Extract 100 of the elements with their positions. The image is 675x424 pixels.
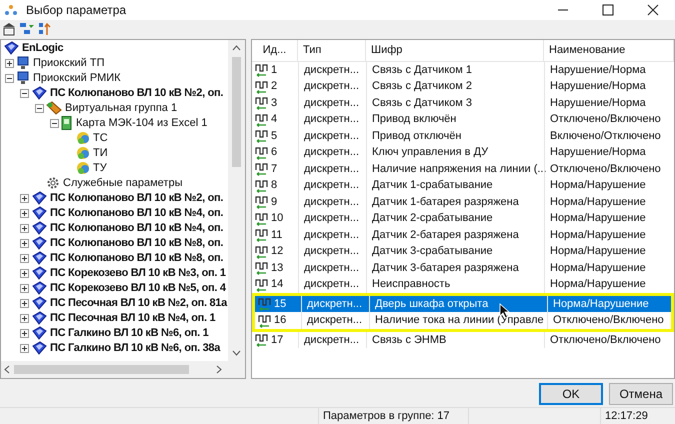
expander[interactable] xyxy=(20,328,29,338)
table-cell-text: дискретн... xyxy=(304,211,360,226)
horizontal-scrollbar[interactable] xyxy=(1,360,245,378)
column-header[interactable]: Тип xyxy=(298,40,366,61)
tree-item[interactable]: Служебные параметры xyxy=(63,175,182,192)
table-cell-text: Датчик 1-батарея разряжена xyxy=(372,194,519,210)
table-row[interactable]: 1 дискретн... Связь с Датчиком 1 Нарушение/Норма xyxy=(252,62,674,78)
pulse-icon xyxy=(255,195,268,210)
table-cell-text: дискретн... xyxy=(304,112,360,128)
tree-item[interactable]: ПС Колюпаново ВЛ 10 кВ №2, оп. xyxy=(50,190,224,207)
table-cell-text: дискретн... xyxy=(304,332,360,348)
pulse-icon xyxy=(258,314,271,328)
tree-item[interactable]: Приокский ТП xyxy=(33,55,105,72)
sort-icon[interactable] xyxy=(38,22,52,36)
table-row[interactable]: 3 дискретн... Связь с Датчиком 3 Нарушение/Норма xyxy=(252,94,674,112)
tree-item[interactable]: ПС Галкино ВЛ 10 кВ №6, оп. 38а xyxy=(50,340,220,357)
tree-item[interactable]: ТС xyxy=(93,130,108,147)
vertical-scrollbar[interactable] xyxy=(228,40,245,361)
tree-item[interactable]: ПС Колюпаново ВЛ 10 кВ №8, оп. xyxy=(50,250,224,267)
tree-item[interactable]: ПС Песочная ВЛ 10 кВ №2, оп. 81а xyxy=(50,295,227,312)
expander[interactable] xyxy=(20,88,29,98)
expander[interactable] xyxy=(5,74,14,83)
expander[interactable] xyxy=(20,268,29,278)
expander[interactable] xyxy=(20,344,29,353)
table-row[interactable]: 7 дискретн... Наличие напряжения на линии (... Отключено/Включено xyxy=(252,160,674,178)
table-cell-text: Норма/Нарушение xyxy=(550,194,646,210)
table-row[interactable]: 6 дискретн... Ключ управления в ДУ Нарушение/Норма xyxy=(252,144,674,161)
column-header[interactable]: Шифр xyxy=(366,40,544,61)
scroll-thumb[interactable] xyxy=(232,56,241,167)
table-cell-text: дискретн... xyxy=(307,313,362,328)
tree-item[interactable]: ТИ xyxy=(93,145,108,162)
expander[interactable] xyxy=(20,238,29,248)
tree-item[interactable]: ПС Корекозево ВЛ 10 кВ №3, оп. 1 xyxy=(50,265,226,282)
tree-item[interactable]: ПС Песочная ВЛ 10 кВ №4, оп. 1 xyxy=(50,310,216,327)
expander[interactable] xyxy=(20,254,29,263)
table-cell-text: 13 xyxy=(271,260,284,276)
expander[interactable] xyxy=(20,194,29,203)
table-cell-text: Нарушение/Норма xyxy=(550,145,646,160)
tree-item[interactable]: ТУ xyxy=(93,160,107,177)
table-cell-text: 4 xyxy=(271,112,278,128)
table-cell-text: Отключено/Включено xyxy=(550,162,661,177)
scroll-thumb[interactable] xyxy=(14,364,189,374)
tree-item[interactable]: ПС Колюпаново ВЛ 10 кВ №8, оп. xyxy=(50,235,224,252)
scroll-right-icon[interactable] xyxy=(216,364,222,374)
table-row[interactable]: 2 дискретн... Связь с Датчиком 2 Нарушение/Норма xyxy=(252,78,674,95)
expander[interactable] xyxy=(50,118,59,128)
scroll-left-icon[interactable] xyxy=(4,364,10,374)
scroll-down-icon[interactable] xyxy=(232,350,241,356)
table-cell-text: 8 xyxy=(271,178,278,194)
table-row[interactable]: 15 дискретн... Дверь шкафа открыта Норма/Нарушение xyxy=(252,292,674,312)
table-row[interactable]: 16 дискретн... Наличие тока на линии (Управле Отключено/Включено xyxy=(252,312,674,332)
tree-item[interactable]: Виртуальная группа 1 xyxy=(65,100,178,117)
tree-item[interactable]: Приокский РМИК xyxy=(33,70,121,87)
pulse-icon xyxy=(255,261,268,276)
table-cell-text: 17 xyxy=(271,332,284,348)
table-row[interactable]: 10 дискретн... Датчик 2-срабатывание Норма/Нарушение xyxy=(252,210,674,227)
window-title: Выбор параметра xyxy=(26,2,126,19)
tree-item[interactable]: EnLogic xyxy=(22,40,64,57)
expander[interactable] xyxy=(20,314,29,323)
table-row[interactable]: 9 дискретн... Датчик 1-батарея разряжена Норма/Нарушение xyxy=(252,194,674,210)
table-cell-text: Связь с Датчиком 3 xyxy=(372,96,472,111)
expander[interactable] xyxy=(35,104,44,113)
table-cell-text: Привод отключён xyxy=(372,128,462,144)
dialog-button[interactable]: Отмена xyxy=(609,382,673,405)
table-cell-text: 14 xyxy=(271,277,284,292)
expander[interactable] xyxy=(20,208,29,218)
expander[interactable] xyxy=(20,298,29,308)
device-icon xyxy=(31,191,47,206)
dialog-button[interactable]: OK xyxy=(539,382,603,405)
table-row[interactable]: 13 дискретн... Датчик 3-батарея разряжена Норма/Нарушение xyxy=(252,260,674,276)
pulse-icon xyxy=(258,297,271,312)
device-icon xyxy=(31,251,47,266)
tree-item[interactable]: ПС Колюпаново ВЛ 10 кВ №4, оп. xyxy=(50,220,224,237)
device-icon xyxy=(31,221,47,236)
pulse-icon xyxy=(255,244,268,259)
table-cell-text: Норма/Нарушение xyxy=(550,211,646,226)
table-row[interactable]: 17 дискретн... Связь с ЭНМВ Отключено/Включено xyxy=(252,332,674,348)
tree-item[interactable]: Карта МЭК-104 из Excel 1 xyxy=(76,115,208,132)
table-cell-text: дискретн... xyxy=(304,128,360,144)
tree-item[interactable]: ПС Корекозево ВЛ 10 кВ №5, оп. 4 xyxy=(50,280,226,297)
table-row[interactable]: 5 дискретн... Привод отключён Включено/Отключено xyxy=(252,128,674,144)
tree-item[interactable]: ПС Колюпаново ВЛ 10 кВ №2, оп. xyxy=(50,85,224,102)
expander[interactable] xyxy=(20,284,29,293)
table-row[interactable]: 4 дискретн... Привод включён Отключено/Включено xyxy=(252,111,674,128)
table-row[interactable]: 11 дискретн... Датчик 2-батарея разряжена Норма/Нарушение xyxy=(252,226,674,244)
table-row[interactable]: 8 дискретн... Датчик 1-срабатывание Норма/Нарушение xyxy=(252,177,674,194)
device-icon xyxy=(31,296,47,310)
table-cell-text: Связь с ЭНМВ xyxy=(372,332,446,348)
expander[interactable] xyxy=(5,58,14,68)
scroll-up-icon[interactable] xyxy=(232,44,241,51)
column-header[interactable]: Наименование xyxy=(544,40,674,61)
table-cell-text: Норма/Нарушение xyxy=(550,244,646,260)
properties-icon[interactable] xyxy=(2,22,16,36)
tree-item[interactable]: ПС Галкино ВЛ 10 кВ №6, оп. 1 xyxy=(50,325,208,342)
expander[interactable] xyxy=(20,224,29,233)
tree-item[interactable]: ПС Колюпаново ВЛ 10 кВ №4, оп. xyxy=(50,205,224,222)
table-row[interactable]: 12 дискретн... Датчик 3-срабатывание Норма/Нарушение xyxy=(252,243,674,260)
gear-icon xyxy=(46,176,60,190)
column-header[interactable]: Ид... xyxy=(252,40,298,61)
status-time: 12:17:29 xyxy=(605,408,648,424)
